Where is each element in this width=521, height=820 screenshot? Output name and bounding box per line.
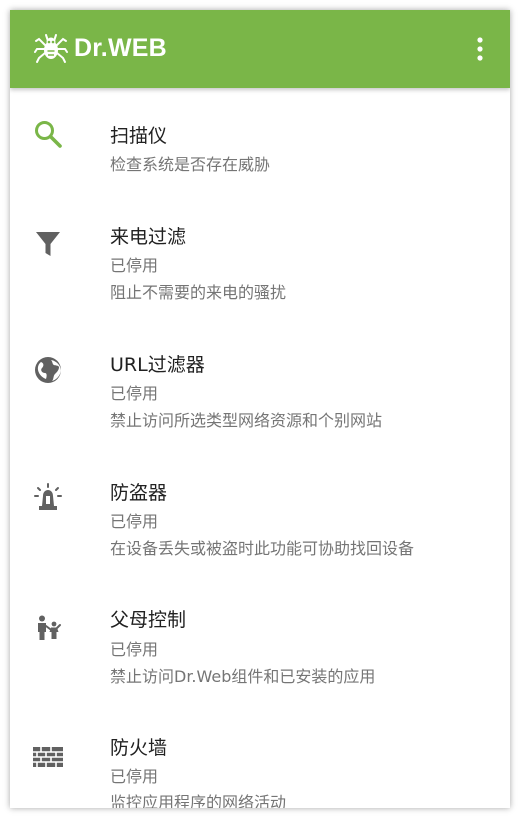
list-item-firewall[interactable]: 防火墙 已停用 监控应用程序的网络活动	[10, 724, 510, 808]
item-status: 已停用	[110, 767, 159, 786]
item-status: 已停用	[110, 256, 159, 275]
item-title: URL过滤器	[110, 354, 205, 376]
list-item-url-filter[interactable]: URL过滤器 已停用 禁止访问所选类型网络资源和个别网站	[10, 340, 510, 460]
item-status: 已停用	[110, 640, 159, 659]
item-title: 防盗器	[110, 482, 168, 504]
item-description: 阻止不需要的来电的骚扰	[110, 283, 287, 302]
item-description: 检查系统是否存在威胁	[110, 155, 271, 174]
list-item-anti-theft[interactable]: 防盗器 已停用 在设备丢失或被盗时此功能可协助找回设备	[10, 468, 510, 588]
more-vert-icon	[477, 37, 483, 61]
siren-icon	[34, 483, 62, 510]
item-icon-wrapper	[32, 118, 64, 150]
spider-logo-icon	[34, 34, 68, 63]
drweb-logo: Dr.WEB	[34, 32, 167, 64]
app-bar: Dr.WEB	[10, 10, 510, 88]
item-status: 已停用	[110, 384, 159, 403]
item-title: 父母控制	[110, 609, 187, 631]
item-description: 禁止访问Dr.Web组件和已安装的应用	[110, 667, 376, 686]
brand-name: Dr.WEB	[74, 34, 167, 62]
list-item-parental-control[interactable]: 父母控制 已停用 禁止访问Dr.Web组件和已安装的应用	[10, 596, 510, 716]
firewall-icon	[33, 747, 63, 767]
item-icon-wrapper	[32, 612, 64, 644]
overflow-menu-button[interactable]	[460, 29, 500, 69]
list-item-scanner[interactable]: 扫描仪 检查系统是否存在威胁	[10, 88, 510, 198]
item-icon-wrapper	[32, 482, 64, 514]
item-title: 扫描仪	[110, 125, 168, 147]
item-title: 来电过滤	[110, 226, 187, 248]
filter-icon	[36, 232, 60, 256]
item-description: 监控应用程序的网络活动	[110, 793, 287, 808]
parent-child-icon	[38, 615, 61, 640]
item-icon-wrapper	[32, 354, 64, 386]
item-status: 已停用	[110, 512, 159, 531]
item-description: 禁止访问所选类型网络资源和个别网站	[110, 411, 383, 430]
app-window: Dr.WEB 扫描仪 检查系统是否存在威胁 来电过滤 已停用 阻止不需要的来电的…	[10, 10, 510, 808]
search-icon	[35, 121, 62, 148]
item-description: 在设备丢失或被盗时此功能可协助找回设备	[110, 539, 415, 558]
item-title: 防火墙	[110, 737, 168, 759]
item-icon-wrapper	[32, 738, 64, 770]
list-item-call-filter[interactable]: 来电过滤 已停用 阻止不需要的来电的骚扰	[10, 210, 510, 330]
item-icon-wrapper	[32, 228, 64, 260]
globe-icon	[35, 357, 61, 383]
